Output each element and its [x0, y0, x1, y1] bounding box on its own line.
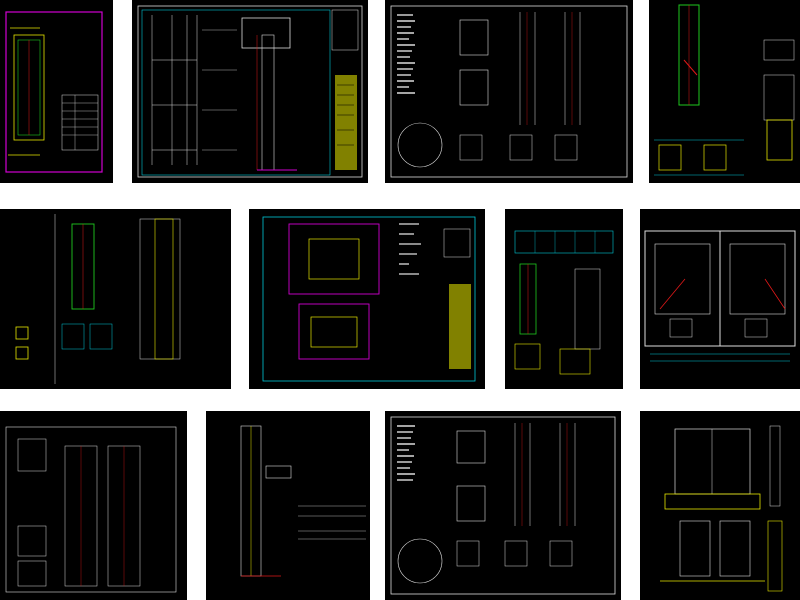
cad-sheet-thumbnail-7[interactable]: [505, 209, 623, 389]
cad-sheet-thumbnail-10[interactable]: [206, 411, 370, 600]
elevator-shaft-elevation-drawing: [137, 5, 363, 178]
elevator-shaft-section-drawing: [15, 214, 181, 384]
elevator-shaft-plan-drawing: [644, 230, 796, 362]
elevator-notes-and-details-drawing: [390, 5, 628, 178]
elevator-rail-elevation-drawing: [240, 425, 366, 577]
cad-sheet-thumbnail-9[interactable]: [0, 411, 187, 600]
cad-sheet-thumbnail-4[interactable]: [649, 0, 800, 183]
cad-sheet-thumbnail-2[interactable]: [132, 0, 368, 183]
cad-sheet-thumbnail-11[interactable]: [385, 411, 621, 600]
cad-sheet-thumbnail-8[interactable]: [640, 209, 800, 389]
elevator-door-elevation-drawing: [660, 425, 783, 592]
cad-sheet-thumbnail-12[interactable]: [640, 411, 800, 600]
cad-sheet-thumbnail-5[interactable]: [0, 209, 231, 389]
elevator-section-drawing: [5, 11, 103, 173]
cad-sheet-thumbnail-6[interactable]: [249, 209, 485, 389]
cad-sheet-thumbnail-3[interactable]: [385, 0, 633, 183]
cad-sheet-thumbnail-1[interactable]: [0, 0, 113, 183]
elevator-car-details-drawing: [514, 230, 614, 375]
elevator-floor-levels-drawing: [5, 426, 177, 593]
elevator-general-notes-drawing: [390, 416, 616, 595]
elevator-car-section-drawing: [654, 4, 795, 176]
elevator-pit-plan-drawing: [262, 216, 476, 382]
